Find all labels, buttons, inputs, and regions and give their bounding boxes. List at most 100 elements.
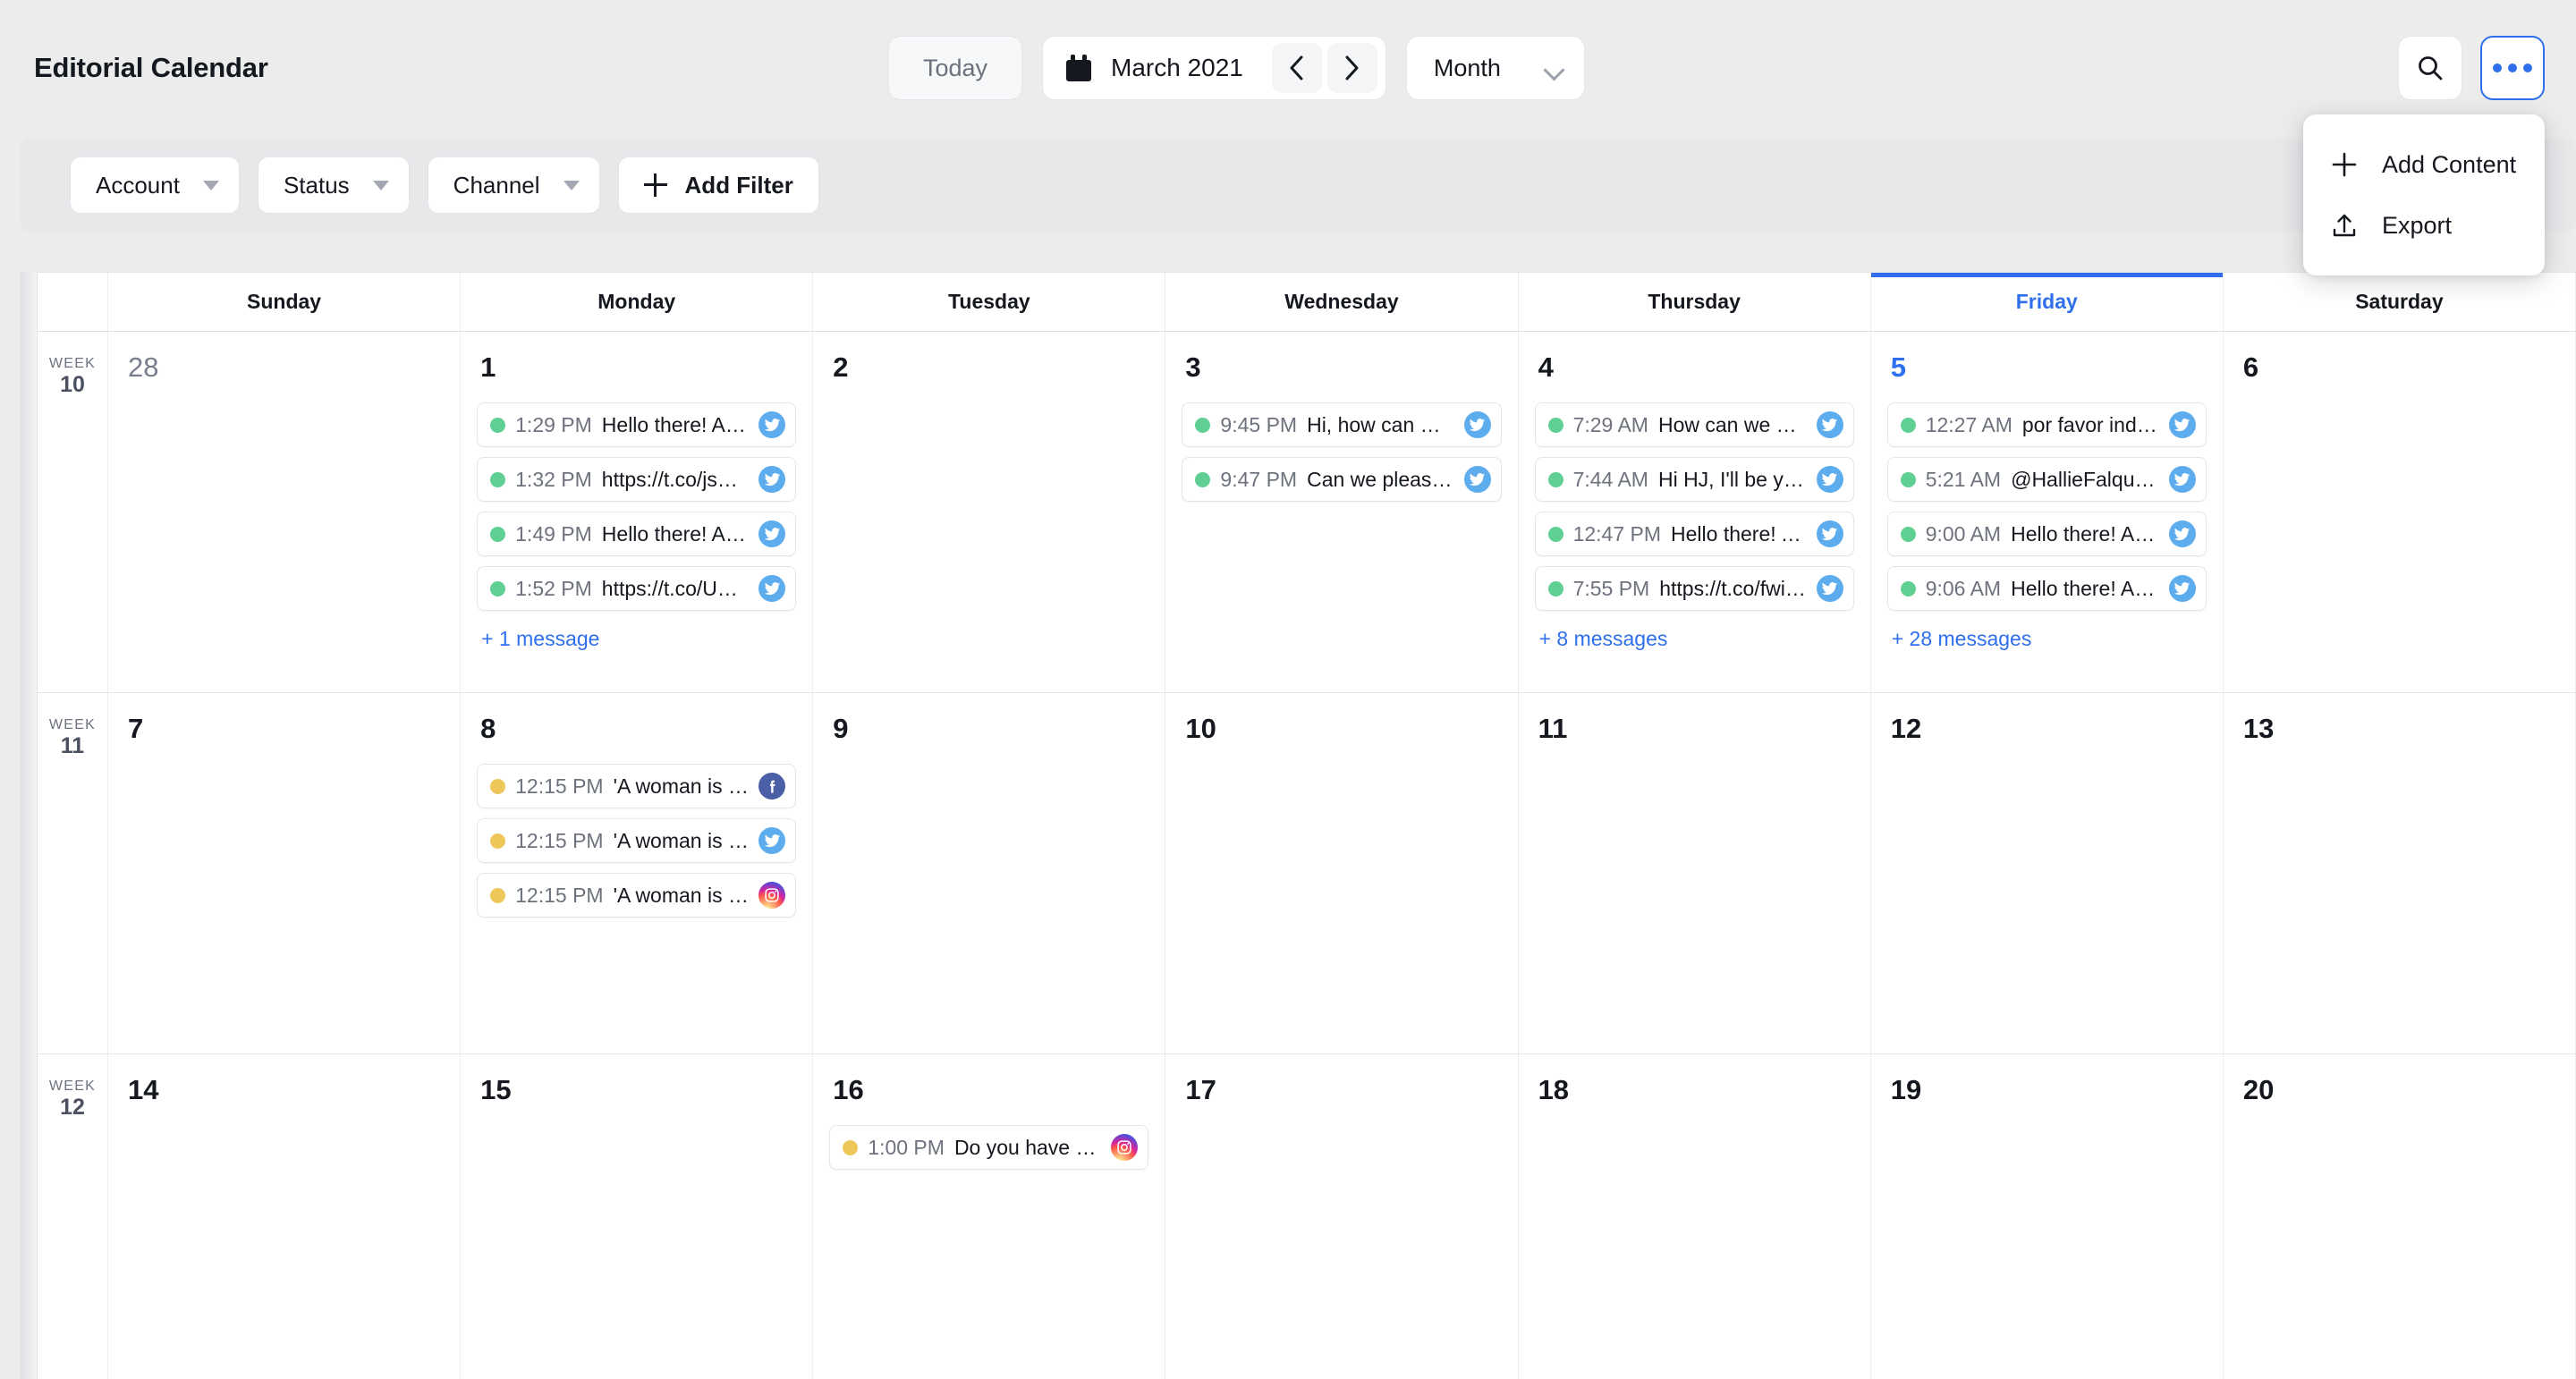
today-button[interactable]: Today xyxy=(888,36,1022,100)
menu-item-export[interactable]: Export xyxy=(2303,195,2545,256)
calendar-event[interactable]: 1:49 PM Hello there! Acme… xyxy=(477,512,797,556)
day-cell[interactable]: 5 12:27 AM por favor indica… 5:21 AM @Hallie… xyxy=(1871,332,2224,692)
filter-account[interactable]: Account xyxy=(70,157,240,214)
day-cell[interactable]: 20 xyxy=(2224,1054,2576,1379)
filter-status[interactable]: Status xyxy=(257,157,410,214)
calendar-event[interactable]: 12:47 PM Hello there! Acm… xyxy=(1534,512,1854,556)
calendar-event[interactable]: 1:32 PM https://t.co/jsdYo… xyxy=(477,457,797,502)
day-number: 19 xyxy=(1890,1074,1922,1105)
day-header-tuesday[interactable]: Tuesday xyxy=(813,273,1166,331)
event-time: 12:15 PM xyxy=(515,774,604,798)
day-cell[interactable]: 1 1:29 PM Hello there! Acme… 1:32 PM https:/… xyxy=(461,332,814,692)
calendar-event[interactable]: 5:21 AM @HallieFalquet W… xyxy=(1886,457,2207,502)
day-number: 17 xyxy=(1185,1074,1216,1105)
day-cell[interactable]: 18 xyxy=(1519,1054,1871,1379)
more-messages-link[interactable]: + 28 messages xyxy=(1887,627,2207,651)
day-cell[interactable]: 16 1:00 PM Do you have your … xyxy=(813,1054,1166,1379)
more-messages-link[interactable]: + 1 message xyxy=(477,627,796,651)
day-header-label: Wednesday xyxy=(1284,290,1399,313)
day-cell[interactable]: 15 xyxy=(461,1054,814,1379)
day-events: 9:45 PM Hi, how can we h… 9:47 PM Can we pl… xyxy=(1182,402,1502,502)
day-header-saturday[interactable]: Saturday xyxy=(2224,273,2576,331)
day-cell[interactable]: 28 xyxy=(108,332,462,692)
calendar-event[interactable]: 12:15 PM 'A woman is the f… xyxy=(477,818,797,863)
status-dot-green xyxy=(1900,580,1916,596)
event-time: 7:29 AM xyxy=(1572,412,1648,436)
calendar-event[interactable]: 7:44 AM Hi HJ, I'll be your … xyxy=(1534,457,1854,502)
day-number: 4 xyxy=(1538,351,1554,383)
day-cell[interactable]: 17 xyxy=(1165,1054,1519,1379)
day-header-sunday[interactable]: Sunday xyxy=(108,273,462,331)
day-cell[interactable]: 9 xyxy=(813,693,1166,1053)
day-cell[interactable]: 10 xyxy=(1165,693,1519,1053)
status-dot-green xyxy=(1900,526,1916,542)
day-cell[interactable]: 3 9:45 PM Hi, how can we h… 9:47 PM Can we p… xyxy=(1165,332,1519,692)
calendar-event[interactable]: 12:27 AM por favor indica… xyxy=(1886,402,2207,447)
day-header-label: Thursday xyxy=(1648,290,1741,313)
day-header-wednesday[interactable]: Wednesday xyxy=(1165,273,1519,331)
next-period-button[interactable] xyxy=(1326,43,1377,93)
day-cell[interactable]: 6 xyxy=(2224,332,2576,692)
calendar-event[interactable]: 12:15 PM 'A woman is the f… xyxy=(477,873,797,918)
instagram-icon xyxy=(1111,1134,1139,1161)
calendar-event[interactable]: 1:29 PM Hello there! Acme… xyxy=(477,402,797,447)
week-number-cell: WEEK 12 xyxy=(38,1054,108,1379)
week-number-cell: WEEK 11 xyxy=(38,693,108,1053)
calendar-event[interactable]: 7:29 AM How can we help … xyxy=(1534,402,1854,447)
current-period-label: March 2021 xyxy=(1111,54,1243,81)
chevron-down-icon xyxy=(202,180,219,190)
filter-label: Channel xyxy=(453,171,540,199)
upload-icon xyxy=(2330,211,2359,240)
twitter-icon xyxy=(2168,520,2196,547)
calendar-event[interactable]: 7:55 PM https://t.co/fwi8u… xyxy=(1534,566,1854,611)
calendar-event[interactable]: 9:06 AM Hello there! Acm… xyxy=(1886,566,2207,611)
search-icon xyxy=(2419,56,2443,80)
calendar-event[interactable]: 12:15 PM 'A woman is the f… xyxy=(477,764,797,808)
day-header-monday[interactable]: Monday xyxy=(461,273,814,331)
add-filter-button[interactable]: Add Filter xyxy=(617,157,819,214)
twitter-icon xyxy=(1816,575,1843,602)
week-number: 11 xyxy=(60,733,85,758)
filter-channel[interactable]: Channel xyxy=(427,157,600,214)
day-number: 8 xyxy=(480,713,496,744)
add-filter-label: Add Filter xyxy=(684,171,793,199)
day-header-thursday[interactable]: Thursday xyxy=(1519,273,1871,331)
status-dot-green xyxy=(1900,471,1916,487)
day-cell[interactable]: 8 12:15 PM 'A woman is the f… 12:15 PM 'A wo… xyxy=(461,693,814,1053)
day-cell[interactable]: 7 xyxy=(108,693,462,1053)
calendar-scrollbar[interactable] xyxy=(20,272,37,1379)
filter-label: Status xyxy=(283,171,350,199)
day-cell[interactable]: 2 xyxy=(813,332,1166,692)
day-cell[interactable]: 4 7:29 AM How can we help … 7:44 AM Hi HJ, I… xyxy=(1519,332,1871,692)
event-time: 12:47 PM xyxy=(1572,521,1662,546)
day-cell[interactable]: 12 xyxy=(1871,693,2224,1053)
previous-period-button[interactable] xyxy=(1271,43,1322,93)
calendar-event[interactable]: 9:00 AM Hello there! Acm… xyxy=(1886,512,2207,556)
event-time: 1:49 PM xyxy=(515,521,592,546)
event-text: Hello there! Acme… xyxy=(601,521,749,546)
day-cell[interactable]: 11 xyxy=(1519,693,1871,1053)
calendar-event[interactable]: 9:45 PM Hi, how can we h… xyxy=(1182,402,1502,447)
menu-item-add-content[interactable]: Add Content xyxy=(2303,134,2545,195)
more-messages-link[interactable]: + 8 messages xyxy=(1535,627,1854,651)
day-header-label: Friday xyxy=(2015,290,2078,313)
calendar-event[interactable]: 9:47 PM Can we please ha… xyxy=(1182,457,1502,502)
day-cell[interactable]: 19 xyxy=(1871,1054,2224,1379)
view-mode-select[interactable]: Month xyxy=(1405,36,1585,100)
twitter-icon xyxy=(758,827,786,854)
day-events: 12:27 AM por favor indica… 5:21 AM @HallieF… xyxy=(1886,402,2207,611)
event-text: Hello there! Acme… xyxy=(601,412,749,436)
day-number: 10 xyxy=(1185,713,1216,744)
search-button[interactable] xyxy=(2398,36,2462,100)
day-cell[interactable]: 13 xyxy=(2224,693,2576,1053)
calendar-event[interactable]: 1:00 PM Do you have your … xyxy=(829,1125,1149,1170)
day-cell[interactable]: 14 xyxy=(108,1054,462,1379)
event-text: 'A woman is the f… xyxy=(613,774,750,798)
day-number: 3 xyxy=(1185,351,1201,383)
event-text: Hello there! Acm… xyxy=(1671,521,1807,546)
calendar-event[interactable]: 1:52 PM https://t.co/U4gl3… xyxy=(477,566,797,611)
twitter-icon xyxy=(1816,466,1843,493)
day-header-friday[interactable]: Friday xyxy=(1870,273,2224,331)
more-options-button[interactable] xyxy=(2480,36,2545,100)
week-label: WEEK xyxy=(48,1079,97,1094)
